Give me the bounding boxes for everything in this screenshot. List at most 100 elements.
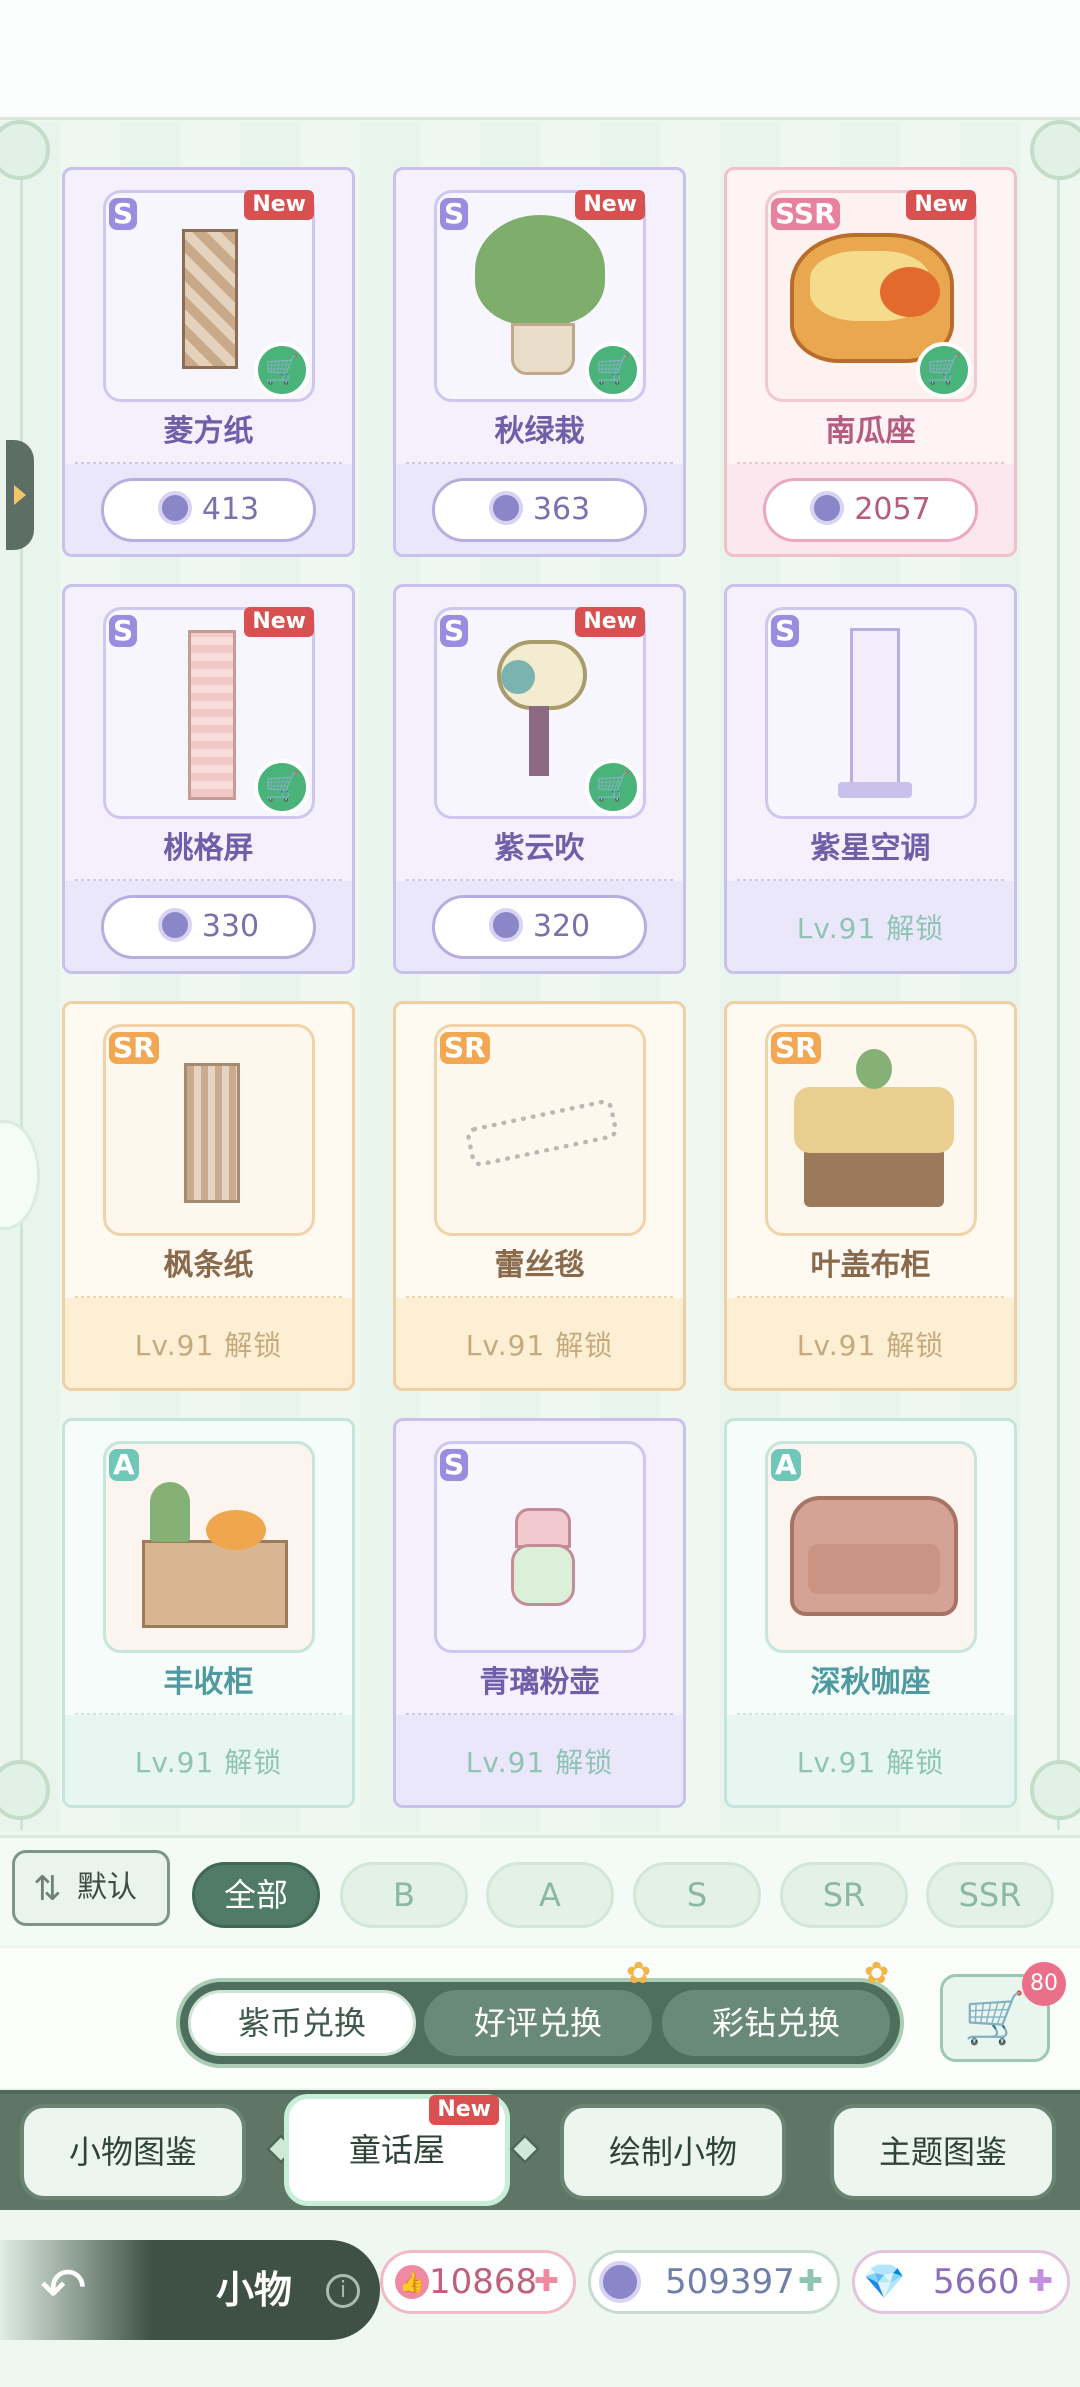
tab-item-catalog[interactable]: 小物图鉴 xyxy=(20,2104,246,2200)
glass-pot-illustration xyxy=(515,1508,571,1548)
tab-gem-exchange[interactable]: 彩钻兑换 xyxy=(662,1990,890,2056)
tab-purple-coin-exchange[interactable]: 紫币兑换 xyxy=(188,1990,416,2056)
tab-label: 童话屋 xyxy=(348,2131,445,2169)
harvest-cabinet-illustration xyxy=(142,1540,288,1628)
price-button[interactable]: 330 xyxy=(101,895,316,959)
item-card[interactable]: SSR New 🛒 南瓜座 2057 xyxy=(724,167,1017,557)
add-to-cart-button[interactable]: 🛒 xyxy=(254,759,310,815)
cart-icon: 🛒 xyxy=(595,770,631,803)
screen-illustration xyxy=(188,630,236,800)
rank-badge: S xyxy=(109,198,138,230)
back-arrow-icon: ↶ xyxy=(40,2256,87,2321)
currency-gems[interactable]: 💎 5660 ✚ xyxy=(852,2250,1070,2314)
item-card[interactable]: SR 枫条纸 Lv.91 解锁 xyxy=(62,1001,355,1391)
currency-coins[interactable]: 509397 ✚ xyxy=(588,2250,840,2314)
price-button[interactable]: 413 xyxy=(101,478,316,542)
thumbs-up-icon: 👍 xyxy=(395,2265,429,2299)
gems-value: 5660 xyxy=(933,2262,1020,2302)
price-button[interactable]: 2057 xyxy=(763,478,978,542)
filter-chip-ssr[interactable]: SSR xyxy=(926,1862,1054,1928)
currency-likes[interactable]: 👍 10868 ✚ xyxy=(380,2250,576,2314)
add-to-cart-button[interactable]: 🛒 xyxy=(254,342,310,398)
rank-badge: S xyxy=(109,615,138,647)
likes-value: 10868 xyxy=(429,2262,538,2302)
sort-icon: ⇅ xyxy=(33,1869,62,1909)
rank-badge: SSR xyxy=(771,198,840,230)
tab-label: 绘制小物 xyxy=(608,2133,737,2171)
cart-icon: 🛒 xyxy=(963,1989,1027,2047)
tab-label: 小物图鉴 xyxy=(68,2133,197,2171)
item-name: 丰收柜 xyxy=(163,1665,254,1700)
coin-icon xyxy=(488,908,523,942)
add-likes-icon[interactable]: ✚ xyxy=(534,2253,559,2311)
price-button[interactable]: 320 xyxy=(432,895,647,959)
rank-badge: S xyxy=(771,615,800,647)
unlock-level-text: Lv.91 解锁 xyxy=(465,1746,614,1779)
item-card[interactable]: S New 🛒 桃格屏 330 xyxy=(62,584,355,974)
price-value: 413 xyxy=(201,492,260,527)
coin-icon xyxy=(488,491,523,525)
item-name: 秋绿栽 xyxy=(494,414,585,449)
tab-fairy-house[interactable]: 童话屋 New xyxy=(284,2094,510,2206)
tab-praise-exchange[interactable]: 好评兑换 xyxy=(424,1990,652,2056)
cart-icon: 🛒 xyxy=(926,353,962,386)
unlock-level-text: Lv.91 解锁 xyxy=(796,1746,945,1779)
rank-badge: A xyxy=(771,1449,801,1481)
tab-theme-catalog[interactable]: 主题图鉴 xyxy=(830,2104,1056,2200)
tab-draw-items[interactable]: 绘制小物 xyxy=(560,2104,786,2200)
rank-badge: S xyxy=(440,198,469,230)
rank-badge: SR xyxy=(771,1032,821,1064)
item-card[interactable]: S 青璃粉壶 Lv.91 解锁 xyxy=(393,1418,686,1808)
item-name: 紫云吹 xyxy=(494,831,585,866)
item-name: 叶盖布柜 xyxy=(810,1248,931,1283)
unlock-level-text: Lv.91 解锁 xyxy=(465,1329,614,1362)
item-name: 枫条纸 xyxy=(163,1248,254,1283)
side-expand-tab[interactable] xyxy=(6,440,34,550)
add-to-cart-button[interactable]: 🛒 xyxy=(585,759,641,815)
coin-icon xyxy=(157,491,192,525)
gem-icon: 💎 xyxy=(863,2261,906,2303)
back-button[interactable]: ↶ 小物 i xyxy=(0,2240,380,2340)
cart-count-badge: 80 xyxy=(1022,1962,1066,2006)
add-to-cart-button[interactable]: 🛒 xyxy=(585,342,641,398)
item-card[interactable]: A 深秋咖座 Lv.91 解锁 xyxy=(724,1418,1017,1808)
unlock-level-text: Lv.91 解锁 xyxy=(796,912,945,945)
item-name: 青璃粉壶 xyxy=(479,1665,600,1700)
filter-chip-b[interactable]: B xyxy=(340,1862,468,1928)
coin-icon xyxy=(810,491,845,525)
item-card[interactable]: S New 🛒 菱方纸 413 xyxy=(62,167,355,557)
add-gems-icon[interactable]: ✚ xyxy=(1028,2253,1053,2311)
sort-label: 默认 xyxy=(77,1870,137,1905)
plant-illustration xyxy=(475,215,605,325)
rank-badge: SR xyxy=(440,1032,490,1064)
filter-bar: ⇅ 默认 全部 B A S SR SSR xyxy=(0,1835,1080,1945)
new-badge: New xyxy=(906,190,976,220)
rank-badge: SR xyxy=(109,1032,159,1064)
lace-rug-illustration xyxy=(464,1097,620,1169)
item-card[interactable]: S 紫星空调 Lv.91 解锁 xyxy=(724,584,1017,974)
item-card[interactable]: S New 🛒 紫云吹 320 xyxy=(393,584,686,974)
filter-chip-s[interactable]: S xyxy=(633,1862,761,1928)
new-badge: New xyxy=(429,2095,499,2125)
sort-button[interactable]: ⇅ 默认 xyxy=(12,1850,170,1926)
cart-icon: 🛒 xyxy=(264,353,300,386)
filter-chip-sr[interactable]: SR xyxy=(780,1862,908,1928)
filter-chip-all[interactable]: 全部 xyxy=(192,1862,320,1928)
top-header-area xyxy=(0,0,1080,120)
info-icon[interactable]: i xyxy=(326,2274,360,2308)
item-card[interactable]: SR 叶盖布柜 Lv.91 解锁 xyxy=(724,1001,1017,1391)
cart-icon: 🛒 xyxy=(264,770,300,803)
bottom-bar: ↶ 小物 i 👍 10868 ✚ 509397 ✚ 💎 5660 ✚ xyxy=(0,2210,1080,2387)
price-button[interactable]: 363 xyxy=(432,478,647,542)
rank-badge: A xyxy=(109,1449,139,1481)
add-coins-icon[interactable]: ✚ xyxy=(798,2253,823,2311)
item-card[interactable]: S New 🛒 秋绿栽 363 xyxy=(393,167,686,557)
item-card[interactable]: A 丰收柜 Lv.91 解锁 xyxy=(62,1418,355,1808)
category-tab-bar: 小物图鉴 童话屋 New 绘制小物 主题图鉴 xyxy=(0,2090,1080,2210)
filter-chip-a[interactable]: A xyxy=(486,1862,614,1928)
coins-value: 509397 xyxy=(665,2262,795,2302)
exchange-bar: 紫币兑换 好评兑换 彩钻兑换 ✿ ✿ 🛒 80 xyxy=(0,1948,1080,2088)
add-to-cart-button[interactable]: 🛒 xyxy=(916,342,972,398)
item-card[interactable]: SR 蕾丝毯 Lv.91 解锁 xyxy=(393,1001,686,1391)
item-name: 菱方纸 xyxy=(163,414,254,449)
